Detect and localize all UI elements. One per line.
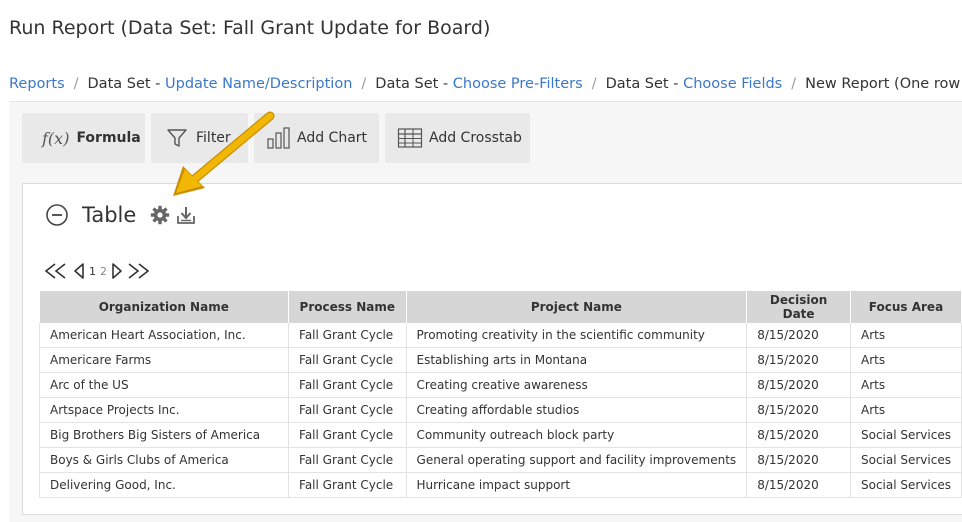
cell-organization-name: Boys & Girls Clubs of America [38,447,290,473]
cell-project-name: General operating support and facility i… [406,447,748,473]
breadcrumb-link-update-name[interactable]: Update Name/Description [165,76,352,92]
table-row: Delivering Good, Inc. Fall Grant Cycle H… [38,472,962,498]
cell-project-name: Creating creative awareness [406,372,748,398]
cell-decision-date: 8/15/2020 [746,472,851,498]
gear-icon[interactable] [150,205,170,225]
download-icon[interactable] [176,205,196,225]
table-header-row: Organization Name Process Name Project N… [39,291,962,323]
cell-decision-date: 8/15/2020 [746,447,851,473]
cell-decision-date: 8/15/2020 [746,347,851,373]
cell-focus-area: Social Services [850,422,962,448]
cell-focus-area: Arts [850,397,962,423]
breadcrumb-item-update-name: Data Set - Update Name/Description [87,76,353,92]
page-2-link[interactable]: 2 [100,265,107,278]
next-page-icon[interactable] [109,262,125,280]
page-1-link[interactable]: 1 [89,265,96,278]
cell-project-name: Establishing arts in Montana [406,347,748,373]
cell-focus-area: Arts [850,323,962,348]
breadcrumb: Reports / Data Set - Update Name/Descripti… [9,76,962,92]
formula-button-label: Formula [76,130,141,146]
table-row: Americare Farms Fall Grant Cycle Establi… [38,347,962,373]
breadcrumb-separator: / [591,76,597,92]
column-header-focus-area[interactable]: Focus Area [850,291,962,323]
cell-organization-name: Arc of the US [38,372,290,398]
formula-icon: f(x) [42,128,70,148]
cell-decision-date: 8/15/2020 [746,372,851,398]
crosstab-icon [397,128,423,148]
cell-organization-name: American Heart Association, Inc. [38,323,290,348]
breadcrumb-link-choose-fields[interactable]: Choose Fields [683,76,782,92]
breadcrumb-separator: / [791,76,797,92]
report-table: Organization Name Process Name Project N… [38,291,962,498]
breadcrumb-link-reports[interactable]: Reports [9,76,65,92]
cell-focus-area: Social Services [850,447,962,473]
table-section-header: Table [45,200,196,230]
cell-focus-area: Arts [850,347,962,373]
cell-decision-date: 8/15/2020 [746,397,851,423]
add-chart-button[interactable]: Add Chart [254,113,379,163]
cell-focus-area: Arts [850,372,962,398]
cell-organization-name: Delivering Good, Inc. [38,472,290,498]
cell-decision-date: 8/15/2020 [746,422,851,448]
add-chart-button-label: Add Chart [297,130,368,146]
first-page-icon[interactable] [43,262,71,280]
cell-organization-name: Americare Farms [38,347,290,373]
last-page-icon[interactable] [125,262,153,280]
breadcrumb-link-pre-filters[interactable]: Choose Pre-Filters [453,76,583,92]
cell-decision-date: 8/15/2020 [746,323,851,348]
table-row: Boys & Girls Clubs of America Fall Grant… [38,447,962,473]
table-section-title: Table [82,203,137,227]
table-row: Big Brothers Big Sisters of America Fall… [38,422,962,448]
cell-process-name: Fall Grant Cycle [288,447,407,473]
collapse-icon[interactable] [45,203,69,227]
table-row: Artspace Projects Inc. Fall Grant Cycle … [38,397,962,423]
breadcrumb-item-reports: Reports [9,76,65,92]
column-header-project-name[interactable]: Project Name [406,291,748,323]
cell-process-name: Fall Grant Cycle [288,472,407,498]
bar-chart-icon [267,127,290,149]
cell-process-name: Fall Grant Cycle [288,347,407,373]
filter-icon [167,129,187,147]
cell-focus-area: Social Services [850,472,962,498]
breadcrumb-item-pre-filters: Data Set - Choose Pre-Filters [375,76,583,92]
cell-project-name: Promoting creativity in the scientific c… [406,323,748,348]
cell-project-name: Creating affordable studios [406,397,748,423]
formula-button[interactable]: f(x) Formula [22,113,145,163]
cell-organization-name: Big Brothers Big Sisters of America [38,422,290,448]
table-row: American Heart Association, Inc. Fall Gr… [38,323,962,348]
breadcrumb-item-choose-fields: Data Set - Choose Fields [605,76,783,92]
add-crosstab-button[interactable]: Add Crosstab [385,113,530,163]
column-header-process-name[interactable]: Process Name [288,291,407,323]
filter-button-label: Filter [196,130,231,146]
cell-process-name: Fall Grant Cycle [288,372,407,398]
add-crosstab-button-label: Add Crosstab [429,130,522,146]
cell-process-name: Fall Grant Cycle [288,323,407,348]
cell-process-name: Fall Grant Cycle [288,422,407,448]
cell-project-name: Hurricane impact support [406,472,748,498]
breadcrumb-current: New Report (One row p [805,76,962,92]
column-header-decision-date[interactable]: Decision Date [746,291,851,323]
breadcrumb-separator: / [73,76,79,92]
cell-project-name: Community outreach block party [406,422,748,448]
breadcrumb-separator: / [361,76,367,92]
pagination: 1 2 [43,261,153,281]
cell-process-name: Fall Grant Cycle [288,397,407,423]
page-title: Run Report (Data Set: Fall Grant Update … [9,17,491,39]
previous-page-icon[interactable] [71,262,87,280]
cell-organization-name: Artspace Projects Inc. [38,397,290,423]
table-row: Arc of the US Fall Grant Cycle Creating … [38,372,962,398]
column-header-organization-name[interactable]: Organization Name [39,291,290,323]
filter-button[interactable]: Filter [151,113,248,163]
